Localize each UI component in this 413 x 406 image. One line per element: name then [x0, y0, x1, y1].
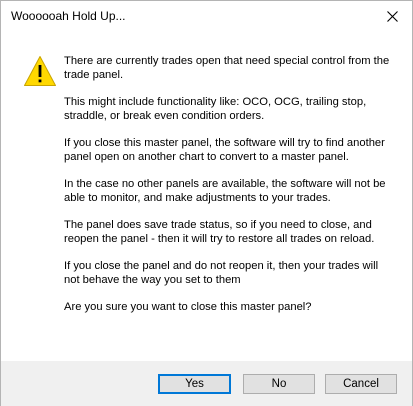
message-paragraph: There are currently trades open that nee… — [64, 55, 390, 81]
button-bar: Yes No Cancel — [1, 361, 412, 406]
yes-button[interactable]: Yes — [158, 374, 231, 394]
close-button[interactable] — [372, 1, 412, 31]
cancel-button[interactable]: Cancel — [325, 374, 397, 394]
message-paragraph: If you close the panel and do not reopen… — [64, 260, 379, 286]
message-paragraph: This might include functionality like: O… — [64, 96, 367, 122]
no-button[interactable]: No — [243, 374, 315, 394]
message-paragraph: In the case no other panels are availabl… — [64, 178, 386, 204]
message-paragraph: If you close this master panel, the soft… — [64, 137, 385, 163]
title-bar[interactable]: Woooooah Hold Up... — [1, 1, 412, 31]
warning-icon — [24, 56, 56, 86]
window-title: Woooooah Hold Up... — [11, 9, 126, 23]
dialog-window: Woooooah Hold Up... There are currently … — [0, 0, 413, 406]
message-paragraph: Are you sure you want to close this mast… — [64, 301, 312, 313]
message-paragraph: The panel does save trade status, so if … — [64, 219, 375, 245]
dialog-content: There are currently trades open that nee… — [1, 31, 412, 361]
close-icon — [386, 10, 398, 22]
dialog-message: There are currently trades open that nee… — [64, 54, 394, 327]
